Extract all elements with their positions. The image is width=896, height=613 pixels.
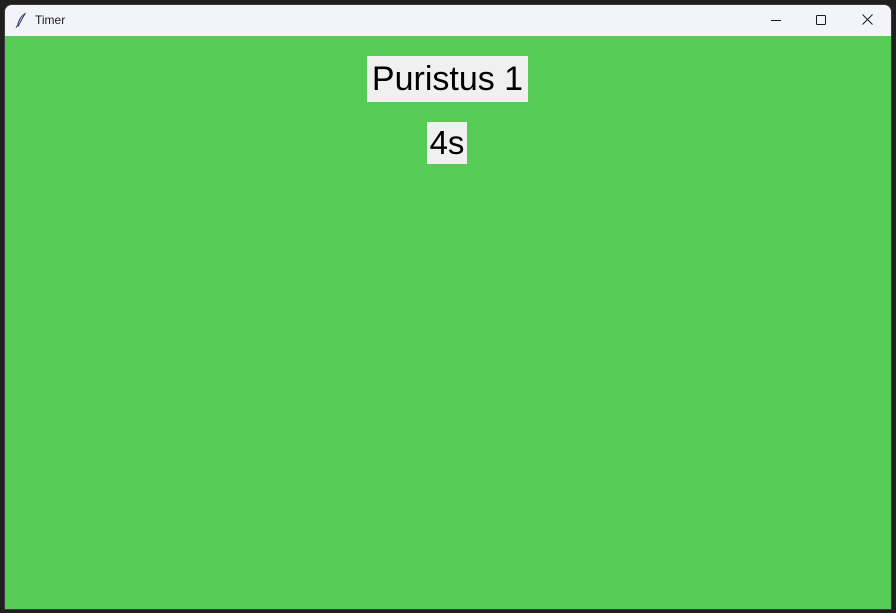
phase-label: Puristus 1 (367, 56, 528, 102)
app-window: Timer Puristus 1 4s (5, 5, 891, 609)
timer-canvas: Puristus 1 4s (5, 36, 891, 609)
window-title: Timer (35, 13, 66, 27)
title-bar[interactable]: Timer (5, 5, 891, 36)
maximize-button[interactable] (798, 5, 844, 36)
maximize-icon (816, 12, 826, 30)
countdown-label: 4s (427, 122, 467, 164)
close-icon (861, 12, 873, 30)
feather-icon (14, 12, 28, 28)
close-button[interactable] (844, 5, 890, 36)
minimize-button[interactable] (753, 5, 799, 36)
minimize-icon (771, 12, 781, 30)
